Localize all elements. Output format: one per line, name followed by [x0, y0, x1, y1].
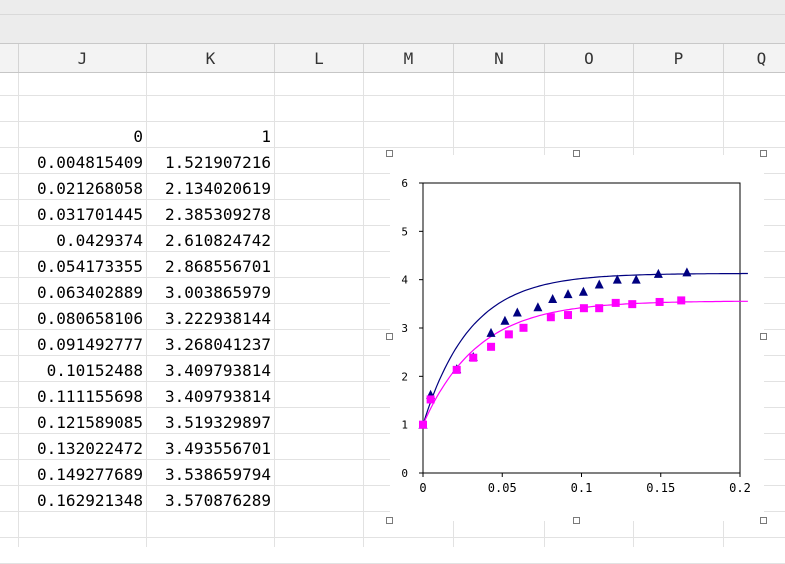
cell-k-row-13[interactable]: 3.538659794: [147, 462, 271, 488]
cell-k-row-8[interactable]: 3.268041237: [147, 332, 271, 358]
series-2-point: [677, 296, 686, 305]
series-2-point: [469, 353, 478, 362]
series-2-point: [655, 297, 664, 306]
cell-k-row-1[interactable]: 1.521907216: [147, 150, 271, 176]
cell-k-row-11[interactable]: 3.519329897: [147, 410, 271, 436]
chart-resize-handle-right[interactable]: [760, 333, 767, 340]
column-header-row: JKLMNOPQ: [0, 44, 785, 73]
cell-k-row-14[interactable]: 3.570876289: [147, 488, 271, 514]
x-tick-label: 0.15: [646, 481, 675, 495]
cell-j-row-14[interactable]: 0.162921348: [19, 488, 143, 514]
y-tick-label: 0: [401, 467, 408, 480]
cell-j-row-9[interactable]: 0.10152488: [19, 358, 143, 384]
cell-j-row-11[interactable]: 0.121589085: [19, 410, 143, 436]
chart-object[interactable]: 0 1 2 3 4 5 6 0 0.05 0.1 0.15 0.2: [390, 155, 764, 521]
cell-k-row-4[interactable]: 2.610824742: [147, 228, 271, 254]
col-header-p[interactable]: P: [634, 44, 724, 72]
series-2-point: [452, 365, 461, 374]
chart-resize-handle-bottom-right[interactable]: [760, 517, 767, 524]
series-2-point: [519, 323, 528, 332]
cell-k-row-2[interactable]: 2.134020619: [147, 176, 271, 202]
col-header-q[interactable]: Q: [724, 44, 785, 72]
y-tick-label: 2: [401, 370, 408, 383]
series-2-point: [546, 313, 555, 322]
cell-j-row-6[interactable]: 0.063402889: [19, 280, 143, 306]
cell-j-row-5[interactable]: 0.054173355: [19, 254, 143, 280]
y-tick-label: 6: [401, 177, 408, 190]
series-2-point: [628, 300, 637, 309]
cell-k-row-6[interactable]: 3.003865979: [147, 280, 271, 306]
cell-j-row-3[interactable]: 0.031701445: [19, 202, 143, 228]
cell-j-row-2[interactable]: 0.021268058: [19, 176, 143, 202]
cell-j-row-0[interactable]: 0: [19, 124, 143, 150]
col-header-blank[interactable]: [0, 44, 19, 72]
series-2-point: [487, 342, 496, 351]
chart-resize-handle-top-left[interactable]: [386, 150, 393, 157]
cell-j-row-8[interactable]: 0.091492777: [19, 332, 143, 358]
series-2-point: [611, 298, 620, 307]
chart-resize-handle-top-right[interactable]: [760, 150, 767, 157]
cell-j-row-1[interactable]: 0.004815409: [19, 150, 143, 176]
col-header-l[interactable]: L: [275, 44, 364, 72]
cell-k-row-5[interactable]: 2.868556701: [147, 254, 271, 280]
cell-k-row-10[interactable]: 3.409793814: [147, 384, 271, 410]
col-header-k[interactable]: K: [147, 44, 275, 72]
col-header-j[interactable]: J: [19, 44, 147, 72]
x-tick-label: 0.05: [488, 481, 517, 495]
cell-j-row-7[interactable]: 0.080658106: [19, 306, 143, 332]
cell-k-row-0[interactable]: 1: [147, 124, 271, 150]
chart-resize-handle-top[interactable]: [573, 150, 580, 157]
series-2-point: [564, 311, 573, 320]
series-2-point: [426, 395, 435, 404]
y-tick-label: 5: [401, 225, 408, 238]
y-tick-label: 4: [401, 274, 408, 287]
cell-k-row-12[interactable]: 3.493556701: [147, 436, 271, 462]
cell-j-row-4[interactable]: 0.0429374: [19, 228, 143, 254]
series-2-point: [579, 304, 588, 313]
toolbar-area: [0, 0, 785, 44]
cell-j-row-13[interactable]: 0.149277689: [19, 462, 143, 488]
cell-k-row-3[interactable]: 2.385309278: [147, 202, 271, 228]
x-tick-label: 0: [419, 481, 426, 495]
x-tick-label: 0.2: [729, 481, 751, 495]
col-header-n[interactable]: N: [454, 44, 545, 72]
col-header-o[interactable]: O: [545, 44, 634, 72]
cell-j-row-10[interactable]: 0.111155698: [19, 384, 143, 410]
cell-k-row-9[interactable]: 3.409793814: [147, 358, 271, 384]
series-2-point: [595, 304, 604, 313]
series-2-point: [419, 420, 427, 429]
x-tick-label: 0.1: [571, 481, 593, 495]
y-tick-label: 3: [401, 322, 408, 335]
cell-k-row-7[interactable]: 3.222938144: [147, 306, 271, 332]
cell-j-row-12[interactable]: 0.132022472: [19, 436, 143, 462]
chart-resize-handle-left[interactable]: [386, 333, 393, 340]
col-header-m[interactable]: M: [364, 44, 454, 72]
chart-resize-handle-bottom-left[interactable]: [386, 517, 393, 524]
chart-svg: 0 1 2 3 4 5 6 0 0.05 0.1 0.15 0.2: [401, 177, 751, 495]
chart-resize-handle-bottom[interactable]: [573, 517, 580, 524]
y-tick-label: 1: [401, 419, 408, 432]
series-2-point: [504, 330, 513, 339]
